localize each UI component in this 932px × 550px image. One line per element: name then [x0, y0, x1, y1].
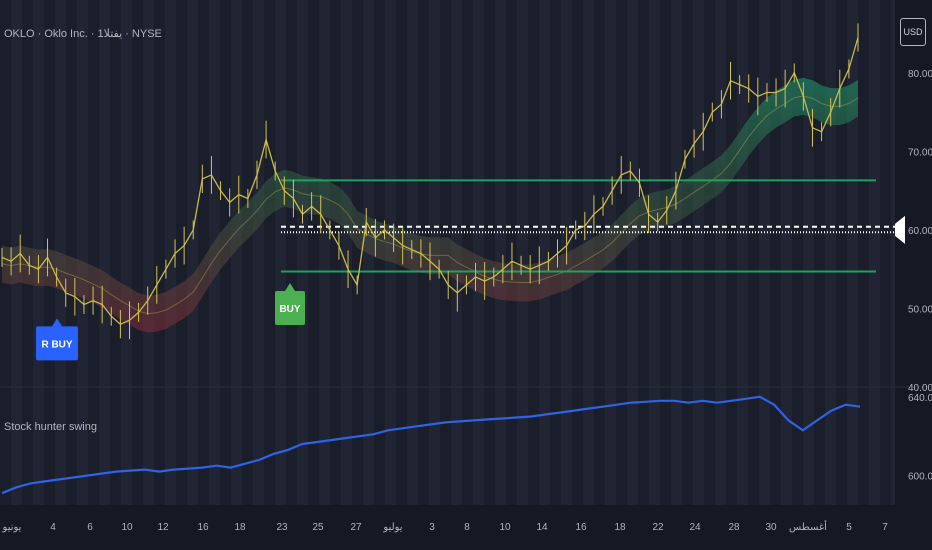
time-tick-label: 23 — [276, 522, 288, 533]
indicator-tick-label: 640.00 — [908, 393, 932, 404]
time-tick-label: 10 — [121, 522, 133, 533]
background-stripe — [143, 0, 154, 523]
time-tick-label: 27 — [350, 522, 362, 533]
background-stripe — [638, 0, 649, 523]
time-tick-label: 16 — [197, 522, 209, 533]
chart-svg[interactable]: R BUYBUY 80.0070.0060.0050.0040.00 640.0… — [0, 0, 932, 550]
time-tick-label: 6 — [87, 522, 93, 533]
time-tick-label: 12 — [157, 522, 169, 533]
marker-label: BUY — [279, 304, 300, 315]
time-tick-label: 22 — [652, 522, 664, 533]
background-stripe — [660, 0, 671, 523]
background-stripe — [319, 0, 330, 523]
background-stripe — [836, 0, 847, 523]
time-tick-label: 18 — [614, 522, 626, 533]
background-stripe — [869, 0, 880, 523]
background-stripe — [880, 0, 891, 523]
background-stripe — [517, 0, 528, 523]
symbol-title: OKLO · Oklo Inc. · 1يفتلا · NYSE — [4, 28, 162, 40]
background-stripe — [121, 0, 132, 523]
time-tick-label: 10 — [499, 522, 511, 533]
time-tick-label: 7 — [882, 522, 888, 533]
background-stripe — [352, 0, 363, 523]
background-stripe — [682, 0, 693, 523]
price-tick-label: 80.00 — [908, 69, 932, 80]
background-stripe — [737, 0, 748, 523]
background-stripe — [528, 0, 539, 523]
time-tick-label: 3 — [429, 522, 435, 533]
background-stripe — [275, 0, 286, 523]
background-stripe — [187, 0, 198, 523]
time-tick-label: أغسطس — [789, 520, 827, 533]
time-tick-label: 8 — [464, 522, 470, 533]
time-tick-label: 14 — [536, 522, 548, 533]
background-stripe — [814, 0, 825, 523]
background-stripe — [242, 0, 253, 523]
background-stripe — [847, 0, 858, 523]
time-tick-label: 18 — [234, 522, 246, 533]
background-stripe — [495, 0, 506, 523]
time-tick-label: يوليو — [382, 522, 402, 533]
background-stripe — [341, 0, 352, 523]
background-stripe — [231, 0, 242, 523]
background-stripe — [363, 0, 374, 523]
background-stripe — [286, 0, 297, 523]
indicator-title: Stock hunter swing — [4, 421, 97, 433]
time-tick-label: 28 — [728, 522, 740, 533]
price-tick-label: 60.00 — [908, 226, 932, 237]
axis-background — [895, 0, 932, 550]
background-stripe — [253, 0, 264, 523]
background-stripe — [627, 0, 638, 523]
background-stripe — [726, 0, 737, 523]
background-stripe — [693, 0, 704, 523]
price-tick-label: 50.00 — [908, 304, 932, 315]
background-stripe — [770, 0, 781, 523]
time-tick-label: 25 — [312, 522, 324, 533]
indicator-tick-label: 600.00 — [908, 472, 932, 483]
background-stripe — [330, 0, 341, 523]
price-tick-label: 70.00 — [908, 147, 932, 158]
background-stripe — [374, 0, 385, 523]
background-stripe — [264, 0, 275, 523]
background-stripe — [308, 0, 319, 523]
background-stripe — [858, 0, 869, 523]
background-stripe — [616, 0, 627, 523]
background-stripe — [715, 0, 726, 523]
time-tick-label: 4 — [50, 522, 56, 533]
background-stripe — [671, 0, 682, 523]
background-stripe — [704, 0, 715, 523]
background-stripe — [88, 0, 99, 523]
time-tick-label: يونيو — [2, 522, 22, 533]
chart-root: R BUY BUY 80.00 70.00 60.00 50.00 40.00 640.0… — [0, 0, 932, 550]
currency-button[interactable]: USD — [900, 18, 926, 46]
background-stripe — [99, 0, 110, 523]
background-stripe — [649, 0, 660, 523]
background-stripe — [132, 0, 143, 523]
background-stripe — [176, 0, 187, 523]
background-stripe — [759, 0, 770, 523]
time-tick-label: 24 — [689, 522, 701, 533]
time-tick-label: 5 — [846, 522, 852, 533]
background-stripe — [825, 0, 836, 523]
time-tick-label: 16 — [575, 522, 587, 533]
time-tick-label: 30 — [765, 522, 777, 533]
marker-label: R BUY — [41, 339, 72, 350]
background-stripe — [154, 0, 165, 523]
background-stripe — [110, 0, 121, 523]
